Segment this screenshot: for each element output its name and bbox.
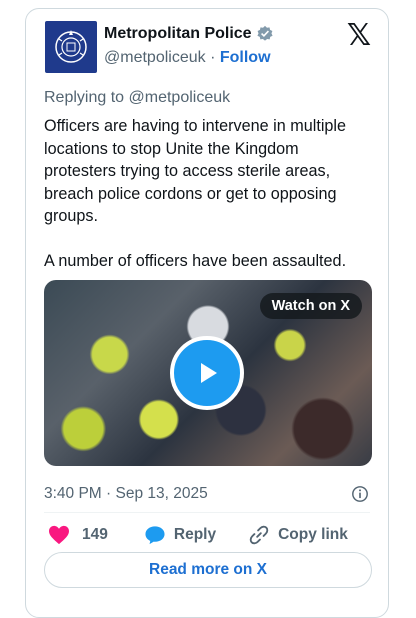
account-name-row[interactable]: Metropolitan Police [104, 25, 274, 43]
replying-to: Replying to @metpoliceuk [44, 89, 230, 107]
x-logo-icon[interactable]: 𝕏 [347, 21, 371, 51]
post-paragraph-1: Officers are having to intervene in mult… [44, 117, 347, 225]
account-handle[interactable]: @metpoliceuk [104, 49, 206, 66]
post-timestamp[interactable]: 3:40 PM · Sep 13, 2025 [44, 485, 208, 503]
replying-prefix: Replying to [44, 89, 125, 106]
copy-link-button[interactable]: Copy link [248, 524, 348, 546]
play-button[interactable] [170, 336, 244, 410]
account-name[interactable]: Metropolitan Police [104, 25, 252, 43]
handle-row: @metpoliceuk · Follow [104, 49, 271, 67]
like-count: 149 [82, 526, 108, 543]
reply-button[interactable]: Reply [144, 525, 216, 545]
like-button[interactable]: 149 [48, 525, 108, 545]
play-icon [201, 363, 217, 383]
replying-handle[interactable]: @metpoliceuk [129, 89, 231, 106]
separator: · [210, 49, 216, 66]
copy-link-label: Copy link [278, 526, 348, 543]
verified-badge-icon [257, 25, 273, 41]
action-bar: 149 Reply Copy link [44, 520, 372, 550]
video-thumbnail[interactable]: Watch on X [44, 280, 372, 466]
post-body: Officers are having to intervene in mult… [44, 115, 374, 272]
divider [44, 512, 370, 513]
reply-label: Reply [173, 526, 217, 543]
heart-icon [49, 525, 69, 545]
info-icon[interactable] [351, 485, 369, 503]
account-avatar[interactable] [45, 21, 97, 73]
reply-bubble-icon [145, 526, 165, 545]
follow-button[interactable]: Follow [220, 49, 271, 66]
police-crest-icon [55, 30, 87, 63]
post-paragraph-2: A number of officers have been assaulted… [44, 251, 347, 270]
read-more-button[interactable]: Read more on X [44, 552, 372, 588]
link-icon [249, 525, 269, 545]
watch-on-x-button[interactable]: Watch on X [259, 293, 362, 319]
post-card: Metropolitan Police @metpoliceuk · Follo… [25, 8, 389, 618]
